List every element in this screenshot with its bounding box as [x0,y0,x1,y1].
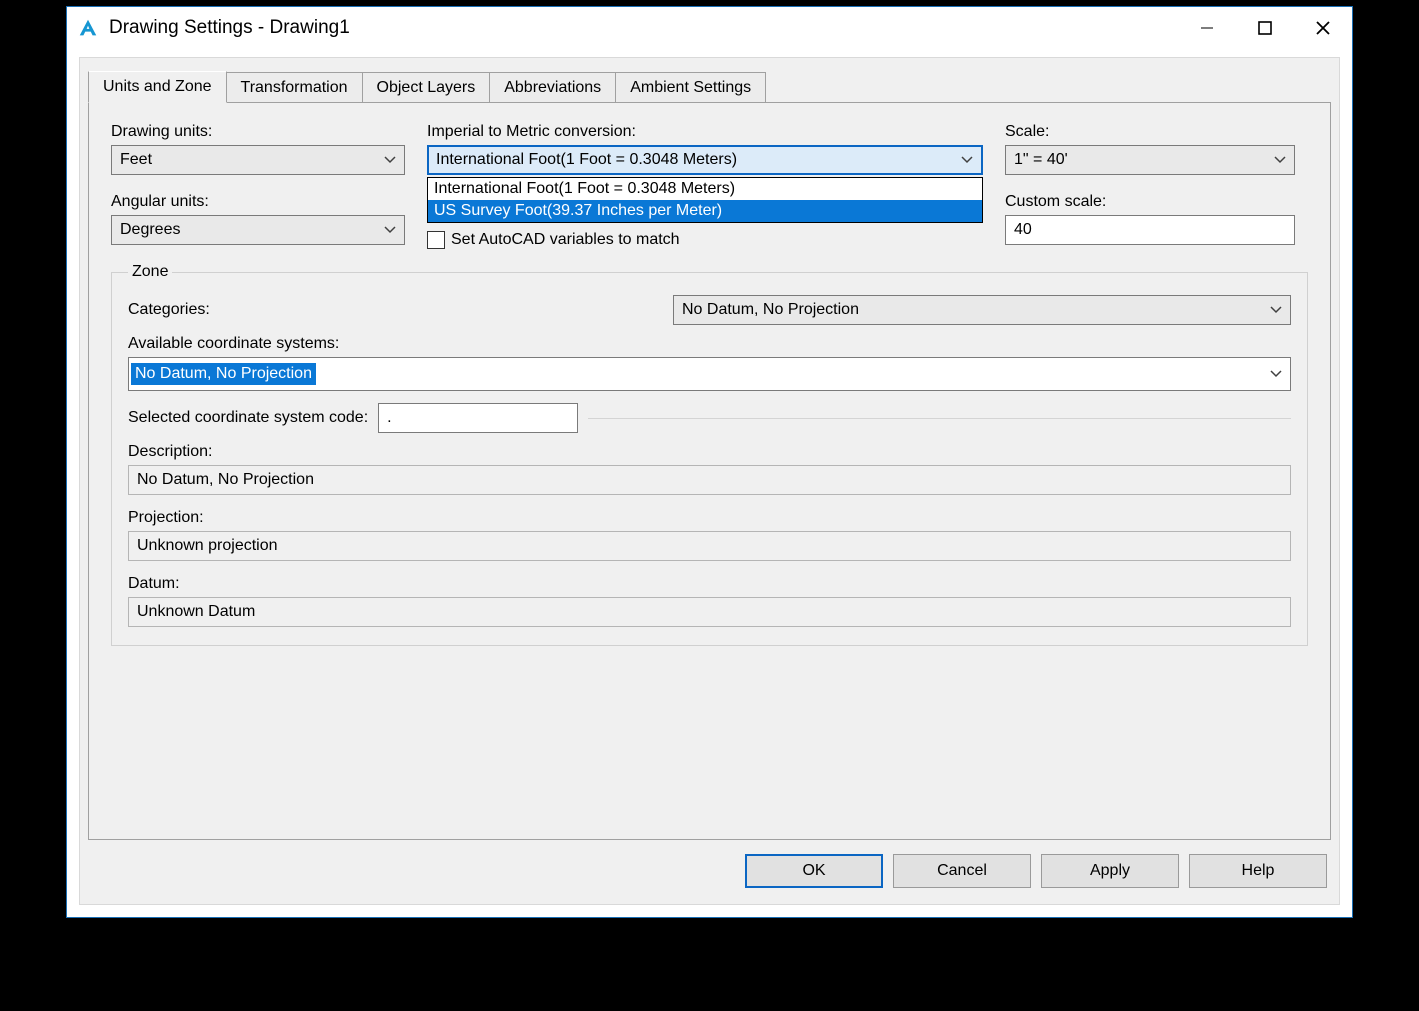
available-systems-combo[interactable]: No Datum, No Projection [128,357,1291,391]
custom-scale-label: Custom scale: [1005,193,1295,211]
available-systems-value: No Datum, No Projection [131,363,316,385]
imperial-conversion-label: Imperial to Metric conversion: [427,123,983,141]
scale-label: Scale: [1005,123,1295,141]
button-label: Apply [1090,862,1130,880]
button-label: Cancel [937,862,987,880]
ok-button[interactable]: OK [745,854,883,888]
tab-label: Abbreviations [504,79,601,96]
angular-units-label: Angular units: [111,193,405,211]
set-autocad-vars-checkbox[interactable] [427,231,445,249]
categories-combo[interactable]: No Datum, No Projection [673,295,1291,325]
tab-panel-units-zone: Drawing units: Feet Imperial to Metric c… [88,102,1331,840]
window-controls [1178,7,1352,49]
categories-value: No Datum, No Projection [682,301,859,319]
tab-label: Units and Zone [103,78,212,95]
tab-object-layers[interactable]: Object Layers [362,72,491,103]
tab-label: Object Layers [377,79,476,96]
tabstrip: Units and Zone Transformation Object Lay… [88,66,1331,102]
projection-value: Unknown projection [137,537,278,554]
set-autocad-vars-label: Set AutoCAD variables to match [451,231,680,249]
apply-button[interactable]: Apply [1041,854,1179,888]
dropdown-option-us-survey-foot[interactable]: US Survey Foot(39.37 Inches per Meter) [428,200,982,222]
selected-code-label: Selected coordinate system code: [128,409,368,427]
datum-field: Unknown Datum [128,597,1291,627]
titlebar: Drawing Settings - Drawing1 [67,7,1352,49]
angular-units-value: Degrees [120,221,180,239]
description-label: Description: [128,443,1291,461]
tab-abbreviations[interactable]: Abbreviations [489,72,616,103]
projection-label: Projection: [128,509,1291,527]
scale-value: 1" = 40' [1014,151,1068,169]
client-area: Units and Zone Transformation Object Lay… [79,57,1340,905]
imperial-conversion-dropdown: International Foot(1 Foot = 0.3048 Meter… [427,177,983,223]
button-label: OK [802,862,825,880]
tab-label: Transformation [241,79,348,96]
available-systems-label: Available coordinate systems: [128,335,339,352]
button-label: Help [1242,862,1275,880]
tab-label: Ambient Settings [630,79,751,96]
cancel-button[interactable]: Cancel [893,854,1031,888]
tab-ambient-settings[interactable]: Ambient Settings [615,72,766,103]
zone-legend: Zone [128,263,172,281]
drawing-units-combo[interactable]: Feet [111,145,405,175]
tab-transformation[interactable]: Transformation [226,72,363,103]
drawing-units-label: Drawing units: [111,123,405,141]
dropdown-option-label: US Survey Foot(39.37 Inches per Meter) [434,202,722,219]
chevron-down-icon [1274,156,1286,164]
selected-code-value: . [387,409,391,427]
chevron-down-icon [961,156,973,164]
tab-units-and-zone[interactable]: Units and Zone [88,71,227,103]
categories-label: Categories: [128,301,673,319]
dropdown-option-international-foot[interactable]: International Foot(1 Foot = 0.3048 Meter… [428,178,982,200]
maximize-button[interactable] [1236,7,1294,49]
imperial-conversion-combo[interactable]: International Foot(1 Foot = 0.3048 Meter… [427,145,983,175]
dropdown-option-label: International Foot(1 Foot = 0.3048 Meter… [434,180,735,197]
description-field: No Datum, No Projection [128,465,1291,495]
chevron-down-icon [1270,370,1282,378]
datum-value: Unknown Datum [137,603,255,620]
close-button[interactable] [1294,7,1352,49]
chevron-down-icon [384,156,396,164]
drawing-units-value: Feet [120,151,152,169]
custom-scale-input[interactable]: 40 [1005,215,1295,245]
dialog-window: Drawing Settings - Drawing1 Units and Zo… [66,6,1353,918]
angular-units-combo[interactable]: Degrees [111,215,405,245]
description-value: No Datum, No Projection [137,471,314,488]
dialog-button-row: OK Cancel Apply Help [745,854,1331,888]
minimize-button[interactable] [1178,7,1236,49]
imperial-conversion-value: International Foot(1 Foot = 0.3048 Meter… [436,151,737,169]
custom-scale-value: 40 [1014,221,1032,239]
chevron-down-icon [384,226,396,234]
zone-group: Zone Categories: No Datum, No Projection… [111,263,1308,646]
chevron-down-icon [1270,306,1282,314]
app-icon [77,17,99,39]
separator-line [588,418,1291,419]
datum-label: Datum: [128,575,1291,593]
projection-field: Unknown projection [128,531,1291,561]
selected-code-input[interactable]: . [378,403,578,433]
help-button[interactable]: Help [1189,854,1327,888]
window-title: Drawing Settings - Drawing1 [109,17,1178,39]
scale-combo[interactable]: 1" = 40' [1005,145,1295,175]
